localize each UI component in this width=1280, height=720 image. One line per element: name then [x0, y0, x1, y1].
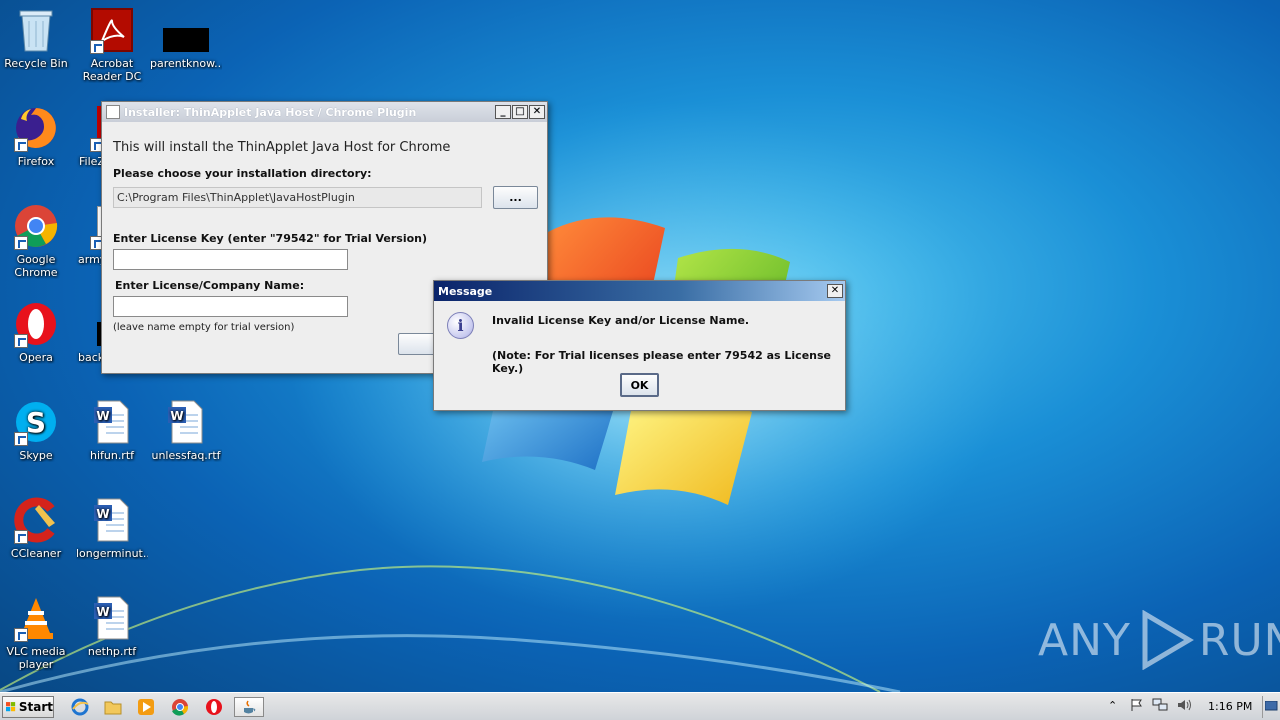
vlc-icon: [12, 594, 60, 642]
taskbar-media-player-icon[interactable]: [135, 697, 157, 717]
svg-text:S: S: [26, 406, 46, 439]
taskbar: Start ⌃ 1:16 PM: [0, 692, 1280, 720]
close-button[interactable]: ✕: [529, 105, 545, 119]
taskbar-opera-icon[interactable]: [203, 697, 225, 717]
desktop-icon-opera[interactable]: Opera: [0, 300, 72, 364]
taskbar-explorer-icon[interactable]: [102, 697, 124, 717]
desktop-icon-nethp[interactable]: W nethp.rtf: [76, 594, 148, 658]
dir-label: Please choose your installation director…: [113, 167, 372, 180]
chrome-icon: [12, 202, 60, 250]
show-desktop-button[interactable]: [1262, 696, 1278, 718]
word-document-icon: W: [162, 398, 210, 446]
play-logo-icon: [1142, 610, 1194, 670]
maximize-button[interactable]: □: [512, 105, 528, 119]
info-icon: i: [447, 312, 474, 339]
svg-text:W: W: [96, 409, 109, 423]
message-line-2: (Note: For Trial licenses please enter 7…: [492, 349, 831, 375]
desktop-icon-longerminut[interactable]: W longerminut...: [76, 496, 148, 560]
tray-volume-icon[interactable]: [1177, 698, 1193, 715]
ok-button[interactable]: OK: [620, 373, 659, 397]
desktop-icon-chrome[interactable]: Google Chrome: [0, 202, 72, 279]
desktop-icon-hifun[interactable]: W hifun.rtf: [76, 398, 148, 462]
desktop-icon-recycle-bin[interactable]: Recycle Bin: [0, 6, 72, 70]
windows-logo-icon: [6, 702, 16, 712]
svg-text:W: W: [96, 605, 109, 619]
tray-clock[interactable]: 1:16 PM: [1208, 700, 1252, 713]
dialog-close-button[interactable]: ✕: [827, 284, 843, 298]
message-dialog[interactable]: Message ✕ i Invalid License Key and/or L…: [433, 280, 846, 411]
desktop-icon-firefox[interactable]: Firefox: [0, 104, 72, 168]
word-document-icon: W: [88, 496, 136, 544]
taskbar-java-installer-icon[interactable]: [234, 697, 264, 717]
license-key-label: Enter License Key (enter "79542" for Tri…: [113, 232, 428, 245]
firefox-icon: [12, 104, 60, 152]
redacted-file-icon: [162, 6, 210, 54]
java-cup-icon: [106, 105, 120, 119]
company-name-input[interactable]: [113, 296, 348, 317]
desktop-icon-parentknow[interactable]: parentknow...: [150, 6, 222, 70]
desktop-icon-acrobat[interactable]: Acrobat Reader DC: [76, 6, 148, 83]
ccleaner-icon: [12, 496, 60, 544]
minimize-button[interactable]: _: [495, 105, 511, 119]
message-line-1: Invalid License Key and/or License Name.: [492, 314, 750, 327]
tray-show-hidden-icon[interactable]: ⌃: [1108, 699, 1117, 712]
installer-heading: This will install the ThinApplet Java Ho…: [113, 140, 451, 155]
taskbar-ie-icon[interactable]: [69, 697, 91, 717]
company-name-label: Enter License/Company Name:: [115, 279, 305, 292]
anyrun-watermark: ANY RUN: [1038, 608, 1280, 672]
license-key-input[interactable]: [113, 249, 348, 270]
install-dir-field[interactable]: C:\Program Files\ThinApplet\JavaHostPlug…: [113, 187, 482, 208]
installer-titlebar[interactable]: Installer: ThinApplet Java Host / Chrome…: [102, 102, 547, 122]
tray-network-icon[interactable]: [1152, 698, 1168, 715]
tray-flag-icon[interactable]: [1130, 698, 1144, 715]
svg-text:W: W: [96, 507, 109, 521]
skype-icon: S: [12, 398, 60, 446]
taskbar-chrome-icon[interactable]: [169, 697, 191, 717]
recycle-bin-icon: [12, 6, 60, 54]
browse-button[interactable]: ...: [493, 186, 538, 209]
word-document-icon: W: [88, 398, 136, 446]
desktop-icon-ccleaner[interactable]: CCleaner: [0, 496, 72, 560]
installer-title: Installer: ThinApplet Java Host / Chrome…: [124, 105, 417, 119]
start-button[interactable]: Start: [2, 696, 54, 718]
opera-icon: [12, 300, 60, 348]
message-titlebar[interactable]: Message ✕: [434, 281, 845, 301]
svg-text:W: W: [170, 409, 183, 423]
desktop-icon-unlessfaq[interactable]: W unlessfaq.rtf: [150, 398, 222, 462]
trial-hint: (leave name empty for trial version): [113, 322, 295, 333]
word-document-icon: W: [88, 594, 136, 642]
desktop-icon-vlc[interactable]: VLC media player: [0, 594, 72, 671]
message-title: Message: [438, 284, 493, 298]
desktop-icon-skype[interactable]: S Skype: [0, 398, 72, 462]
acrobat-icon: [88, 6, 136, 54]
